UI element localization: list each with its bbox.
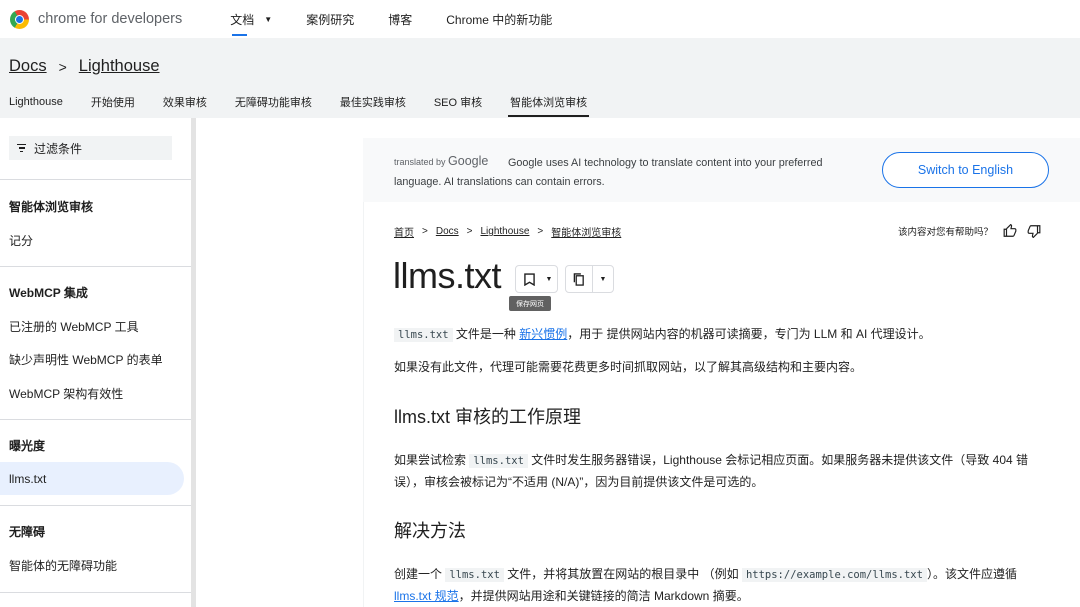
top-nav-blog-label: 博客 — [388, 12, 413, 27]
text-span: 文件，并将其放置在网站的根目录中 （例如 — [503, 567, 742, 581]
sidebar-section-title: WebMCP 集成 — [9, 286, 88, 300]
inline-code: https://example.com/llms.txt — [741, 568, 927, 582]
subnav-lighthouse[interactable]: Lighthouse — [9, 86, 63, 118]
sidebar-section-title: 曝光度 — [9, 439, 46, 453]
top-bar: chrome for developers 文档 ▼ 案例研究 博客 Chrom… — [0, 0, 1080, 38]
sidebar-scrollbar[interactable] — [191, 118, 196, 607]
subnav-get-started[interactable]: 开始使用 — [91, 86, 135, 118]
thumbs-up-icon[interactable] — [1003, 224, 1017, 238]
top-nav-whats-new[interactable]: Chrome 中的新功能 — [446, 0, 552, 38]
chevron-right-icon: > — [422, 226, 428, 237]
sidebar-section-title: 无障碍 — [9, 525, 46, 539]
sidebar-item-webmcp-schema[interactable]: WebMCP 架构有效性 — [9, 385, 123, 402]
sidebar-item-agent-accessibility[interactable]: 智能体的无障碍功能 — [9, 557, 117, 574]
heading-how-to-fix: 解决方法 — [394, 521, 466, 541]
sidebar-item-label: llms.txt — [9, 471, 47, 486]
inline-code: llms.txt — [469, 454, 528, 468]
top-nav-case-studies-label: 案例研究 — [306, 12, 355, 27]
paragraph-without-file: 如果没有此文件，代理可能需要花费更多时间抓取网站，以了解其高级结构和主要内容。 — [394, 360, 863, 374]
sidebar-item-webmcp-tools[interactable]: 已注册的 WebMCP 工具 — [9, 318, 139, 335]
top-nav: 文档 ▼ 案例研究 博客 Chrome 中的新功能 — [230, 0, 586, 38]
paragraph-fix: 创建一个 llms.txt 文件，并将其放置在网站的根目录中 （例如 https… — [394, 564, 1054, 607]
page-title: llms.txt — [393, 255, 502, 296]
subnav-agentic-browsing[interactable]: 智能体浏览审核 — [508, 86, 590, 118]
chevron-right-icon: > — [466, 226, 473, 237]
copy-icon — [566, 266, 593, 292]
divider — [0, 592, 191, 593]
sidebar-item-scoring[interactable]: 记分 — [9, 232, 33, 249]
text-span: ）。该文件应遵循 — [926, 567, 1017, 581]
subnav-seo[interactable]: SEO 审核 — [434, 86, 482, 118]
subnav-performance[interactable]: 效果审核 — [163, 86, 207, 118]
sidebar-item-webmcp-forms[interactable]: 缺少声明性 WebMCP 的表单 — [9, 351, 163, 368]
sub-nav: Lighthouse 开始使用 效果审核 无障碍功能审核 最佳实践审核 SEO … — [9, 86, 615, 118]
text-span: 如果尝试检索 — [394, 453, 470, 467]
top-nav-case-studies[interactable]: 案例研究 — [306, 0, 354, 38]
caret-down-icon: ▼ — [264, 14, 273, 24]
heading-how-audit-works: llms.txt 审核的工作原理 — [394, 407, 581, 427]
bookmark-button[interactable]: ▼ — [515, 265, 558, 293]
thumbs-down-icon[interactable] — [1027, 224, 1041, 238]
helpful-prompt: 该内容对您有帮助吗？ — [898, 227, 994, 238]
top-breadcrumb: Docs > Lighthouse — [9, 57, 160, 76]
breadcrumb-lighthouse[interactable]: Lighthouse — [79, 57, 160, 76]
filter-label: 过滤条件 — [34, 141, 83, 156]
filter-button[interactable]: 过滤条件 — [9, 136, 172, 160]
switch-to-english-button[interactable]: Switch to English — [882, 152, 1049, 188]
chrome-logo-icon — [10, 9, 29, 29]
breadcrumb-agentic[interactable]: 智能体浏览审核 — [551, 224, 621, 239]
chevron-right-icon: > — [537, 226, 544, 237]
breadcrumb-docs[interactable]: Docs — [436, 226, 459, 237]
paragraph-intro: llms.txt 文件是一种 新兴惯例，用于 提供网站内容的机器可读摘要，专门为… — [394, 324, 931, 346]
text-span: 创建一个 — [394, 567, 446, 581]
translate-message: Google uses AI technology to translate c… — [394, 157, 823, 188]
logo-text: chrome for developers — [38, 11, 183, 27]
sidebar-section-title: 智能体浏览审核 — [9, 200, 94, 214]
site-logo[interactable]: chrome for developers — [10, 9, 183, 29]
subnav-best-practices[interactable]: 最佳实践审核 — [340, 86, 406, 118]
divider — [0, 419, 191, 420]
chevron-right-icon: > — [58, 58, 67, 75]
text-span: ，并提供网站用途和关键链接的简洁 Markdown 摘要。 — [458, 589, 749, 603]
subnav-accessibility[interactable]: 无障碍功能审核 — [235, 86, 312, 118]
divider — [0, 179, 191, 180]
top-nav-docs[interactable]: 文档 ▼ — [230, 0, 272, 38]
helpful-feedback: 该内容对您有帮助吗？ — [898, 224, 1041, 238]
divider — [0, 266, 191, 267]
section-header: Docs > Lighthouse Lighthouse 开始使用 效果审核 无… — [0, 38, 1080, 118]
breadcrumb-lighthouse[interactable]: Lighthouse — [480, 226, 529, 237]
translate-banner: translated by Google Google uses AI tech… — [363, 138, 1080, 202]
top-nav-whats-new-label: Chrome 中的新功能 — [446, 12, 553, 27]
text-span: ，用于 提供网站内容的机器可读摘要，专门为 LLM 和 AI 代理设计。 — [567, 327, 931, 341]
llms-txt-spec-link[interactable]: llms.txt 规范 — [394, 589, 459, 603]
bookmark-icon — [516, 266, 542, 292]
breadcrumb-docs[interactable]: Docs — [9, 57, 47, 76]
filter-icon — [17, 144, 26, 152]
save-page-tooltip: 保存网页 — [509, 296, 551, 311]
emerging-convention-link[interactable]: 新兴惯例 — [519, 327, 567, 341]
sidebar: 过滤条件 智能体浏览审核 记分 WebMCP 集成 已注册的 WebMCP 工具… — [0, 118, 196, 607]
sidebar-item-llms-txt[interactable]: llms.txt — [0, 462, 184, 495]
inline-code: llms.txt — [445, 568, 504, 582]
caret-down-icon: ▼ — [599, 275, 607, 283]
top-nav-blog[interactable]: 博客 — [388, 0, 412, 38]
inline-code: llms.txt — [394, 328, 453, 342]
article-breadcrumb: 首页 > Docs > Lighthouse > 智能体浏览审核 — [394, 224, 621, 239]
divider — [0, 505, 191, 506]
top-nav-docs-label: 文档 — [230, 12, 255, 27]
caret-down-icon: ▼ — [545, 275, 553, 283]
paragraph-how-it-works: 如果尝试检索 llms.txt 文件时发生服务器错误，Lighthouse 会标… — [394, 450, 1046, 493]
breadcrumb-home[interactable]: 首页 — [394, 224, 414, 239]
text-span: 文件是一种 — [452, 327, 520, 341]
copy-button[interactable]: ▼ — [565, 265, 614, 293]
